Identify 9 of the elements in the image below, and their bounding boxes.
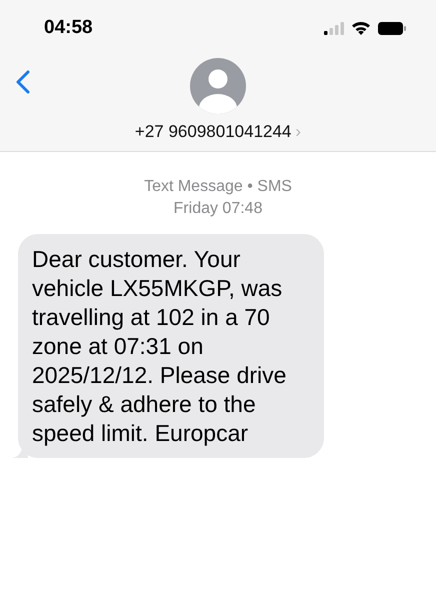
contact-name[interactable]: +27 9609801041244 › [134,122,302,142]
service-label: Text Message • SMS [144,177,292,197]
back-button[interactable] [14,68,32,96]
signal-icon [324,22,344,34]
status-time: 04:58 [44,17,93,39]
battery-icon [378,22,406,34]
wifi-icon [352,22,370,34]
message-timestamp: Friday 07:48 [174,199,262,219]
avatar-icon [190,58,246,114]
